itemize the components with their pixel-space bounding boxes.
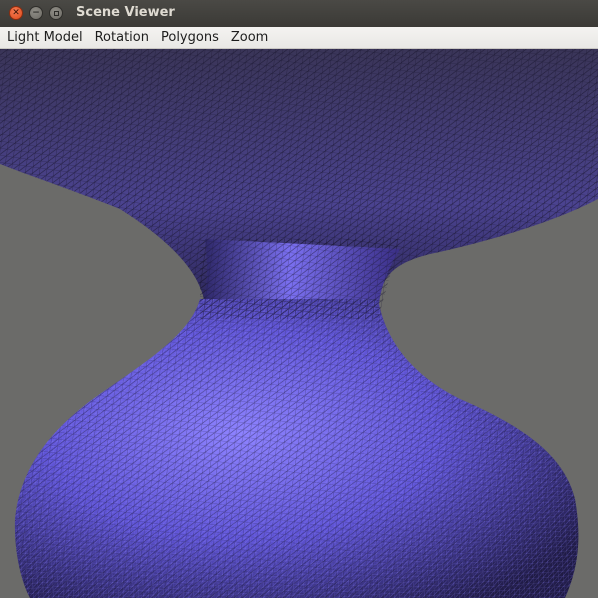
wireframe-surface xyxy=(0,49,598,598)
menu-rotation[interactable]: Rotation xyxy=(89,30,155,45)
maximize-icon xyxy=(53,10,59,16)
maximize-button[interactable] xyxy=(49,6,63,20)
menu-light-model[interactable]: Light Model xyxy=(0,30,89,45)
window-title: Scene Viewer xyxy=(76,5,175,20)
minimize-button[interactable]: − xyxy=(29,6,43,20)
menu-bar: Light Model Rotation Polygons Zoom xyxy=(0,27,598,49)
scene-viewer-window: ✕ − Scene Viewer Light Model Rotation Po… xyxy=(0,0,598,598)
menu-polygons[interactable]: Polygons xyxy=(155,30,225,45)
close-button[interactable]: ✕ xyxy=(9,6,23,20)
minimize-icon: − xyxy=(32,7,40,18)
gl-viewport[interactable] xyxy=(0,49,598,598)
menu-zoom[interactable]: Zoom xyxy=(225,30,274,45)
close-icon: ✕ xyxy=(12,7,20,18)
title-bar[interactable]: ✕ − Scene Viewer xyxy=(0,0,598,28)
